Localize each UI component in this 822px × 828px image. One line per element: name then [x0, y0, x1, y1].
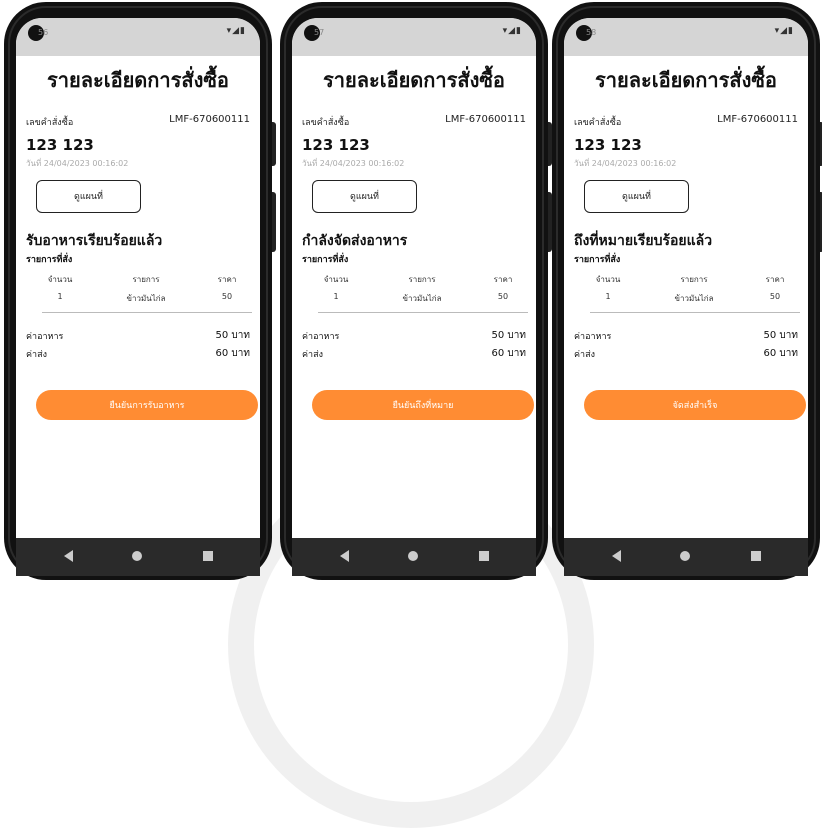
phone-screen: 56 ▾◢▮ รายละเอียดการสั่งซื้อ เลขคำสั่งซื…: [16, 18, 260, 576]
item-qty: 1: [605, 292, 611, 301]
divider: [42, 312, 252, 313]
delivery-complete-button[interactable]: จัดส่งสำเร็จ: [584, 390, 806, 420]
home-icon[interactable]: [132, 551, 142, 561]
order-date: วันที่ 24/04/2023 00:16:02: [574, 159, 677, 168]
shipping-cost-value: 60 บาท: [491, 348, 526, 359]
phone-frame-3: 58 ▾◢▮ รายละเอียดการสั่งซื้อ เลขคำสั่งซื…: [552, 2, 822, 580]
order-status: ถึงที่หมายเรียบร้อยแล้ว: [574, 233, 713, 249]
back-icon[interactable]: [340, 550, 349, 562]
phone-frame-1: 56 ▾◢▮ รายละเอียดการสั่งซื้อ เลขคำสั่งซื…: [4, 2, 276, 580]
wifi-signal-battery-icon: ▾◢▮: [226, 26, 246, 36]
phone-screen: 57 ▾◢▮ รายละเอียดการสั่งซื้อ เลขคำสั่งซื…: [292, 18, 536, 576]
column-header-item: รายการ: [132, 275, 160, 284]
item-qty: 1: [57, 292, 63, 301]
order-detail-screen: รายละเอียดการสั่งซื้อ เลขคำสั่งซื้อ LMF-…: [16, 56, 260, 538]
status-bar: 56 ▾◢▮: [16, 18, 260, 56]
item-name: ข้าวมันไก่ล: [402, 294, 442, 303]
recent-apps-icon[interactable]: [203, 551, 213, 561]
order-number-label: เลขคำสั่งซื้อ: [302, 118, 350, 128]
navigation-bar: [16, 538, 260, 576]
order-number-label: เลขคำสั่งซื้อ: [26, 118, 74, 128]
order-number-label: เลขคำสั่งซื้อ: [574, 118, 622, 128]
status-time: 57: [314, 28, 325, 37]
food-cost-label: ค่าอาหาร: [302, 332, 340, 342]
column-header-price: ราคา: [217, 275, 237, 284]
item-name: ข้าวมันไก่ล: [126, 294, 166, 303]
items-heading: รายการที่สั่ง: [26, 255, 73, 265]
view-map-button[interactable]: ดูแผนที่: [584, 180, 689, 213]
recent-apps-icon[interactable]: [751, 551, 761, 561]
status-time: 56: [38, 28, 49, 37]
order-number-value: LMF-670600111: [445, 114, 526, 125]
home-icon[interactable]: [680, 551, 690, 561]
food-cost-label: ค่าอาหาร: [574, 332, 612, 342]
shipping-cost-value: 60 บาท: [215, 348, 250, 359]
item-name: ข้าวมันไก่ล: [674, 294, 714, 303]
food-cost-value: 50 บาท: [491, 330, 526, 341]
home-icon[interactable]: [408, 551, 418, 561]
view-map-button[interactable]: ดูแผนที่: [312, 180, 417, 213]
status-time: 58: [586, 28, 597, 37]
shipping-cost-label: ค่าส่ง: [574, 350, 595, 360]
food-cost-value: 50 บาท: [215, 330, 250, 341]
phone-frame-2: 57 ▾◢▮ รายละเอียดการสั่งซื้อ เลขคำสั่งซื…: [280, 2, 552, 580]
order-detail-screen: รายละเอียดการสั่งซื้อ เลขคำสั่งซื้อ LMF-…: [292, 56, 536, 538]
column-header-qty: จำนวน: [323, 275, 349, 284]
order-date: วันที่ 24/04/2023 00:16:02: [302, 159, 405, 168]
column-header-qty: จำนวน: [595, 275, 621, 284]
phone-screen: 58 ▾◢▮ รายละเอียดการสั่งซื้อ เลขคำสั่งซื…: [564, 18, 808, 576]
page-title: รายละเอียดการสั่งซื้อ: [595, 68, 777, 92]
column-header-price: ราคา: [493, 275, 513, 284]
power-button: [272, 192, 276, 252]
page-title: รายละเอียดการสั่งซื้อ: [323, 68, 505, 92]
food-cost-label: ค่าอาหาร: [26, 332, 64, 342]
status-bar: 57 ▾◢▮: [292, 18, 536, 56]
column-header-qty: จำนวน: [47, 275, 73, 284]
customer-name: 123 123: [302, 136, 370, 154]
items-heading: รายการที่สั่ง: [302, 255, 349, 265]
shipping-cost-label: ค่าส่ง: [302, 350, 323, 360]
view-map-button[interactable]: ดูแผนที่: [36, 180, 141, 213]
column-header-item: รายการ: [408, 275, 436, 284]
item-price: 50: [769, 292, 781, 301]
order-number-value: LMF-670600111: [717, 114, 798, 125]
recent-apps-icon[interactable]: [479, 551, 489, 561]
status-bar: 58 ▾◢▮: [564, 18, 808, 56]
navigation-bar: [292, 538, 536, 576]
item-qty: 1: [333, 292, 339, 301]
page-title: รายละเอียดการสั่งซื้อ: [47, 68, 229, 92]
volume-button: [272, 122, 276, 166]
order-status: กำลังจัดส่งอาหาร: [302, 233, 408, 249]
column-header-price: ราคา: [765, 275, 785, 284]
order-status: รับอาหารเรียบร้อยแล้ว: [26, 233, 163, 249]
items-heading: รายการที่สั่ง: [574, 255, 621, 265]
divider: [318, 312, 528, 313]
wifi-signal-battery-icon: ▾◢▮: [502, 26, 522, 36]
order-date: วันที่ 24/04/2023 00:16:02: [26, 159, 129, 168]
column-header-item: รายการ: [680, 275, 708, 284]
confirm-pickup-button[interactable]: ยืนยันการรับอาหาร: [36, 390, 258, 420]
item-price: 50: [221, 292, 233, 301]
divider: [590, 312, 800, 313]
customer-name: 123 123: [574, 136, 642, 154]
order-detail-screen: รายละเอียดการสั่งซื้อ เลขคำสั่งซื้อ LMF-…: [564, 56, 808, 538]
shipping-cost-label: ค่าส่ง: [26, 350, 47, 360]
order-number-value: LMF-670600111: [169, 114, 250, 125]
food-cost-value: 50 บาท: [763, 330, 798, 341]
item-price: 50: [497, 292, 509, 301]
wifi-signal-battery-icon: ▾◢▮: [774, 26, 794, 36]
back-icon[interactable]: [64, 550, 73, 562]
navigation-bar: [564, 538, 808, 576]
shipping-cost-value: 60 บาท: [763, 348, 798, 359]
confirm-arrival-button[interactable]: ยืนยันถึงที่หมาย: [312, 390, 534, 420]
customer-name: 123 123: [26, 136, 94, 154]
back-icon[interactable]: [612, 550, 621, 562]
